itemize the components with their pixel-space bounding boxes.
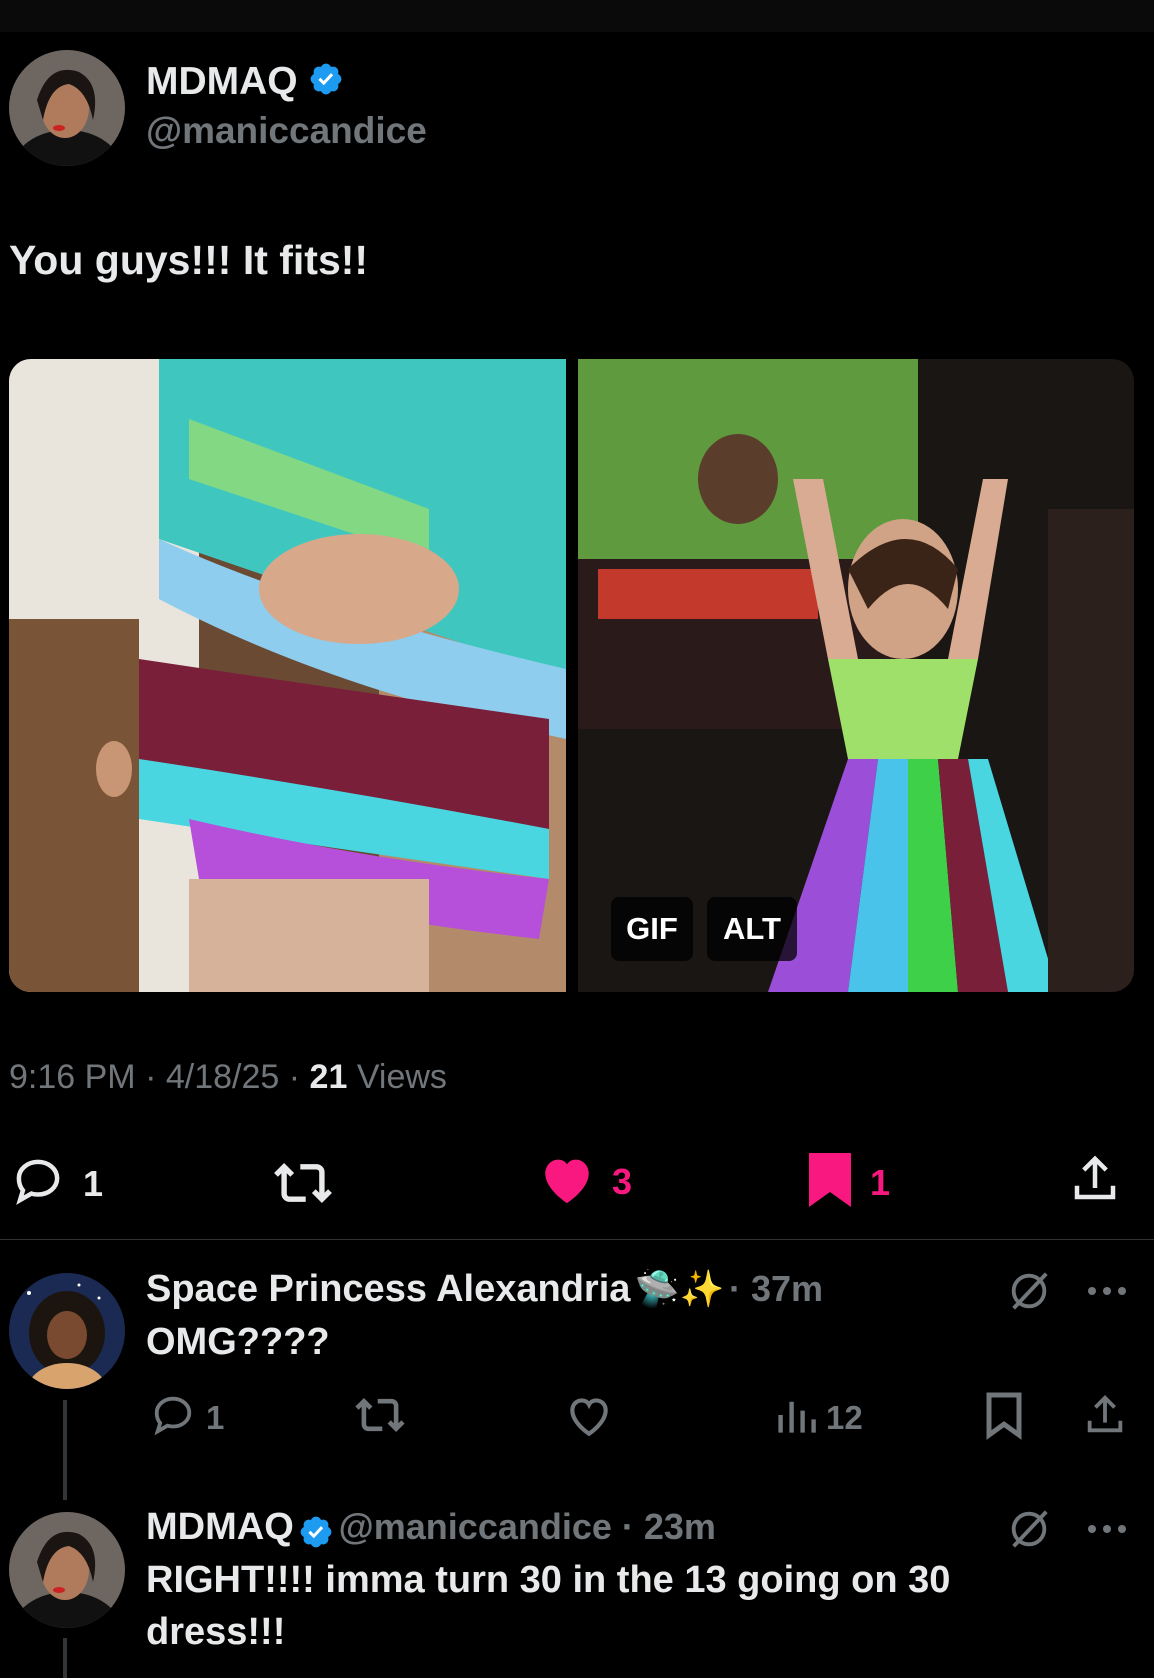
author-handle[interactable]: @maniccandice xyxy=(146,110,427,152)
heart-icon xyxy=(564,1392,614,1443)
reply-author-handle[interactable]: @maniccandice xyxy=(339,1506,612,1547)
verified-icon xyxy=(298,1514,334,1555)
tweet-meta: 9:16 PM · 4/18/25 · 21 Views xyxy=(9,1058,447,1096)
share-button[interactable] xyxy=(1068,1150,1122,1213)
reply-button[interactable]: 1 xyxy=(9,1154,103,1213)
reply-count: 1 xyxy=(83,1162,104,1204)
reply-text: OMG???? xyxy=(146,1321,330,1363)
views-count: 21 xyxy=(309,1058,348,1096)
tweet-time[interactable]: 9:16 PM xyxy=(9,1058,136,1096)
bookmark-count: 1 xyxy=(870,1161,891,1203)
verified-icon xyxy=(308,61,344,107)
reply-reply-count: 1 xyxy=(206,1398,225,1436)
bookmark-icon xyxy=(984,1390,1024,1445)
alt-badge[interactable]: ALT xyxy=(707,897,797,961)
reply-emoji: 🛸✨ xyxy=(634,1268,725,1309)
tweet-text: You guys!!! It fits!! xyxy=(9,237,369,283)
reply-avatar[interactable] xyxy=(9,1273,125,1389)
reply-time[interactable]: 37m xyxy=(751,1268,823,1309)
bookmark-icon xyxy=(806,1150,854,1215)
reply-author-name[interactable]: Space Princess Alexandria xyxy=(146,1268,630,1310)
reply-text: RIGHT!!!! imma turn 30 in the 13 going o… xyxy=(146,1559,951,1653)
reply-retweet-button[interactable] xyxy=(352,1392,408,1443)
reply-bookmark-button[interactable] xyxy=(984,1390,1024,1445)
more-icon[interactable] xyxy=(1086,1284,1128,1303)
heart-icon xyxy=(538,1152,596,1211)
grok-icon[interactable] xyxy=(1006,1268,1052,1319)
thread-line xyxy=(63,1400,67,1500)
reply-views-count: 12 xyxy=(826,1398,863,1436)
tweet-photo[interactable] xyxy=(9,359,566,992)
author-avatar[interactable] xyxy=(9,50,125,166)
reply-reply-button[interactable]: 1 xyxy=(148,1392,224,1443)
like-count: 3 xyxy=(612,1160,633,1202)
reply-header: MDMAQ @maniccandice · 23m xyxy=(146,1506,716,1555)
reply-like-button[interactable] xyxy=(564,1392,614,1443)
reply-icon xyxy=(9,1154,67,1213)
retweet-icon xyxy=(270,1156,336,1215)
divider xyxy=(0,1239,1154,1240)
retweet-button[interactable] xyxy=(270,1156,336,1215)
gif-badge: GIF xyxy=(611,897,693,961)
grok-icon[interactable] xyxy=(1006,1506,1052,1557)
reply-icon xyxy=(148,1392,198,1443)
tweet-date[interactable]: 4/18/25 xyxy=(166,1058,279,1096)
views-label: Views xyxy=(356,1058,447,1096)
retweet-icon xyxy=(352,1392,408,1443)
more-icon[interactable] xyxy=(1086,1522,1128,1541)
share-icon xyxy=(1082,1390,1128,1445)
bookmark-button[interactable]: 1 xyxy=(806,1150,890,1215)
thread-line xyxy=(63,1638,67,1678)
author-name-row: MDMAQ xyxy=(146,60,344,107)
status-bar xyxy=(0,0,1154,32)
reply-share-button[interactable] xyxy=(1082,1390,1128,1445)
author-name[interactable]: MDMAQ xyxy=(146,60,298,103)
share-icon xyxy=(1068,1150,1122,1213)
reply-header: Space Princess Alexandria 🛸✨ · 37m xyxy=(146,1268,824,1310)
reply-avatar[interactable] xyxy=(9,1512,125,1628)
views-icon xyxy=(774,1392,818,1443)
reply-views[interactable]: 12 xyxy=(774,1392,863,1443)
reply-time[interactable]: 23m xyxy=(644,1506,716,1547)
like-button[interactable]: 3 xyxy=(538,1152,632,1211)
reply-author-name[interactable]: MDMAQ xyxy=(146,1506,294,1548)
